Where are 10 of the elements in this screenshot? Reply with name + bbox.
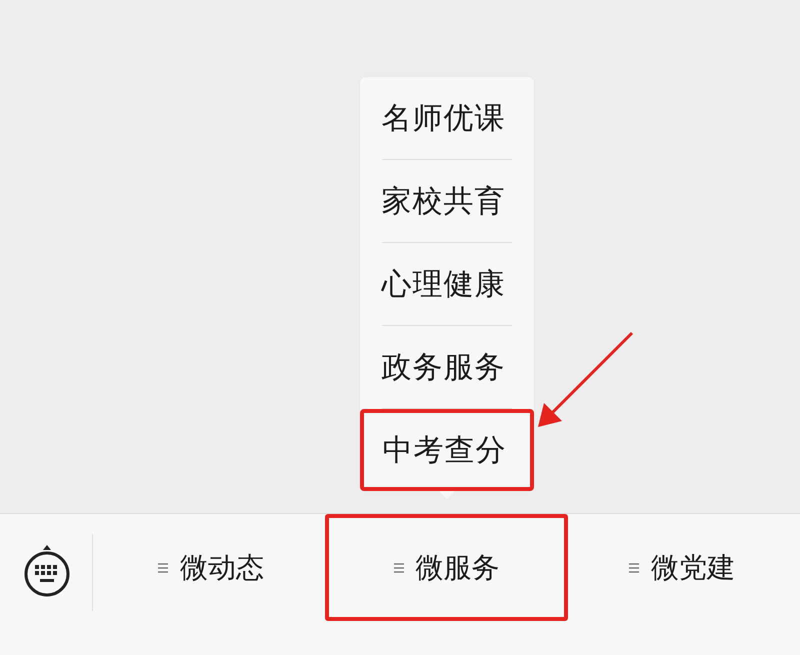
menu-icon bbox=[158, 562, 168, 574]
submenu-item[interactable]: 名师优课 bbox=[382, 77, 512, 160]
submenu-item[interactable]: 政务服务 bbox=[382, 326, 512, 409]
submenu-item[interactable]: 心理健康 bbox=[382, 243, 512, 326]
keyboard-icon[interactable] bbox=[23, 544, 71, 598]
menu-tab[interactable]: 微服务 bbox=[324, 514, 568, 621]
menu-icon bbox=[629, 562, 640, 574]
submenu-item[interactable]: 家校共育 bbox=[382, 160, 512, 243]
submenu-item[interactable]: 中考查分 bbox=[360, 409, 534, 491]
menu-icon bbox=[394, 562, 404, 574]
